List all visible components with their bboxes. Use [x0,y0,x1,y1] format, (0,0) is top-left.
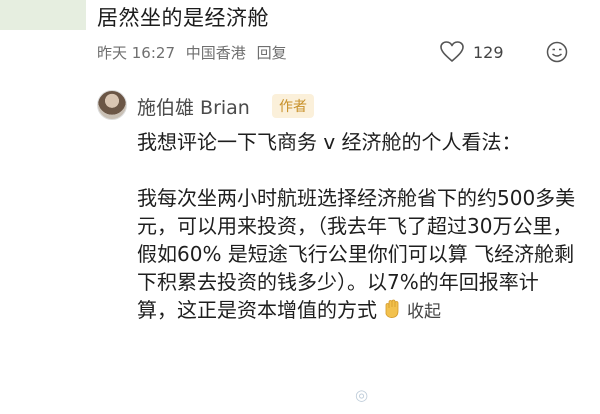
heart-icon [440,41,464,62]
reply-paragraph-2: 我每次坐两小时航班选择经济舱省下的约500多美元，可以用来投资，（我去年飞了超过… [137,184,577,327]
comment-location: 中国香港 [185,44,246,62]
comment-meta-row: 昨天 16:27 中国香港 回复 129 [97,40,587,64]
like-button[interactable]: 129 [439,40,504,64]
reply-paragraph-1: 我想评论一下飞商务 v 经济舱的个人看法： [137,130,522,154]
reply-body: 我想评论一下飞商务 v 经济舱的个人看法： 我每次坐两小时航班选择经济舱省下的约… [137,128,577,327]
comment-meta: 昨天 16:27 中国香港 回复 [97,42,293,63]
left-decorative-strip [0,0,86,30]
reply-button[interactable]: 回复 [257,44,287,62]
author-badge: 作者 [272,94,314,118]
avatar[interactable] [97,90,127,120]
reply-paragraph-2-text: 我每次坐两小时航班选择经济舱省下的约500多美元，可以用来投资，（我去年飞了超过… [137,186,576,322]
watermark: ◎ [355,386,369,404]
collapse-button[interactable]: 收起 [407,302,441,322]
comment-text: 居然坐的是经济舱 [97,6,269,30]
emoji-face-icon [546,41,568,63]
hand-emoji-icon [381,298,403,327]
comment-time: 昨天 16:27 [97,44,175,62]
emoji-reaction-button[interactable] [545,40,569,68]
author-name[interactable]: 施伯雄 Brian [137,93,250,120]
like-count: 129 [473,42,504,62]
